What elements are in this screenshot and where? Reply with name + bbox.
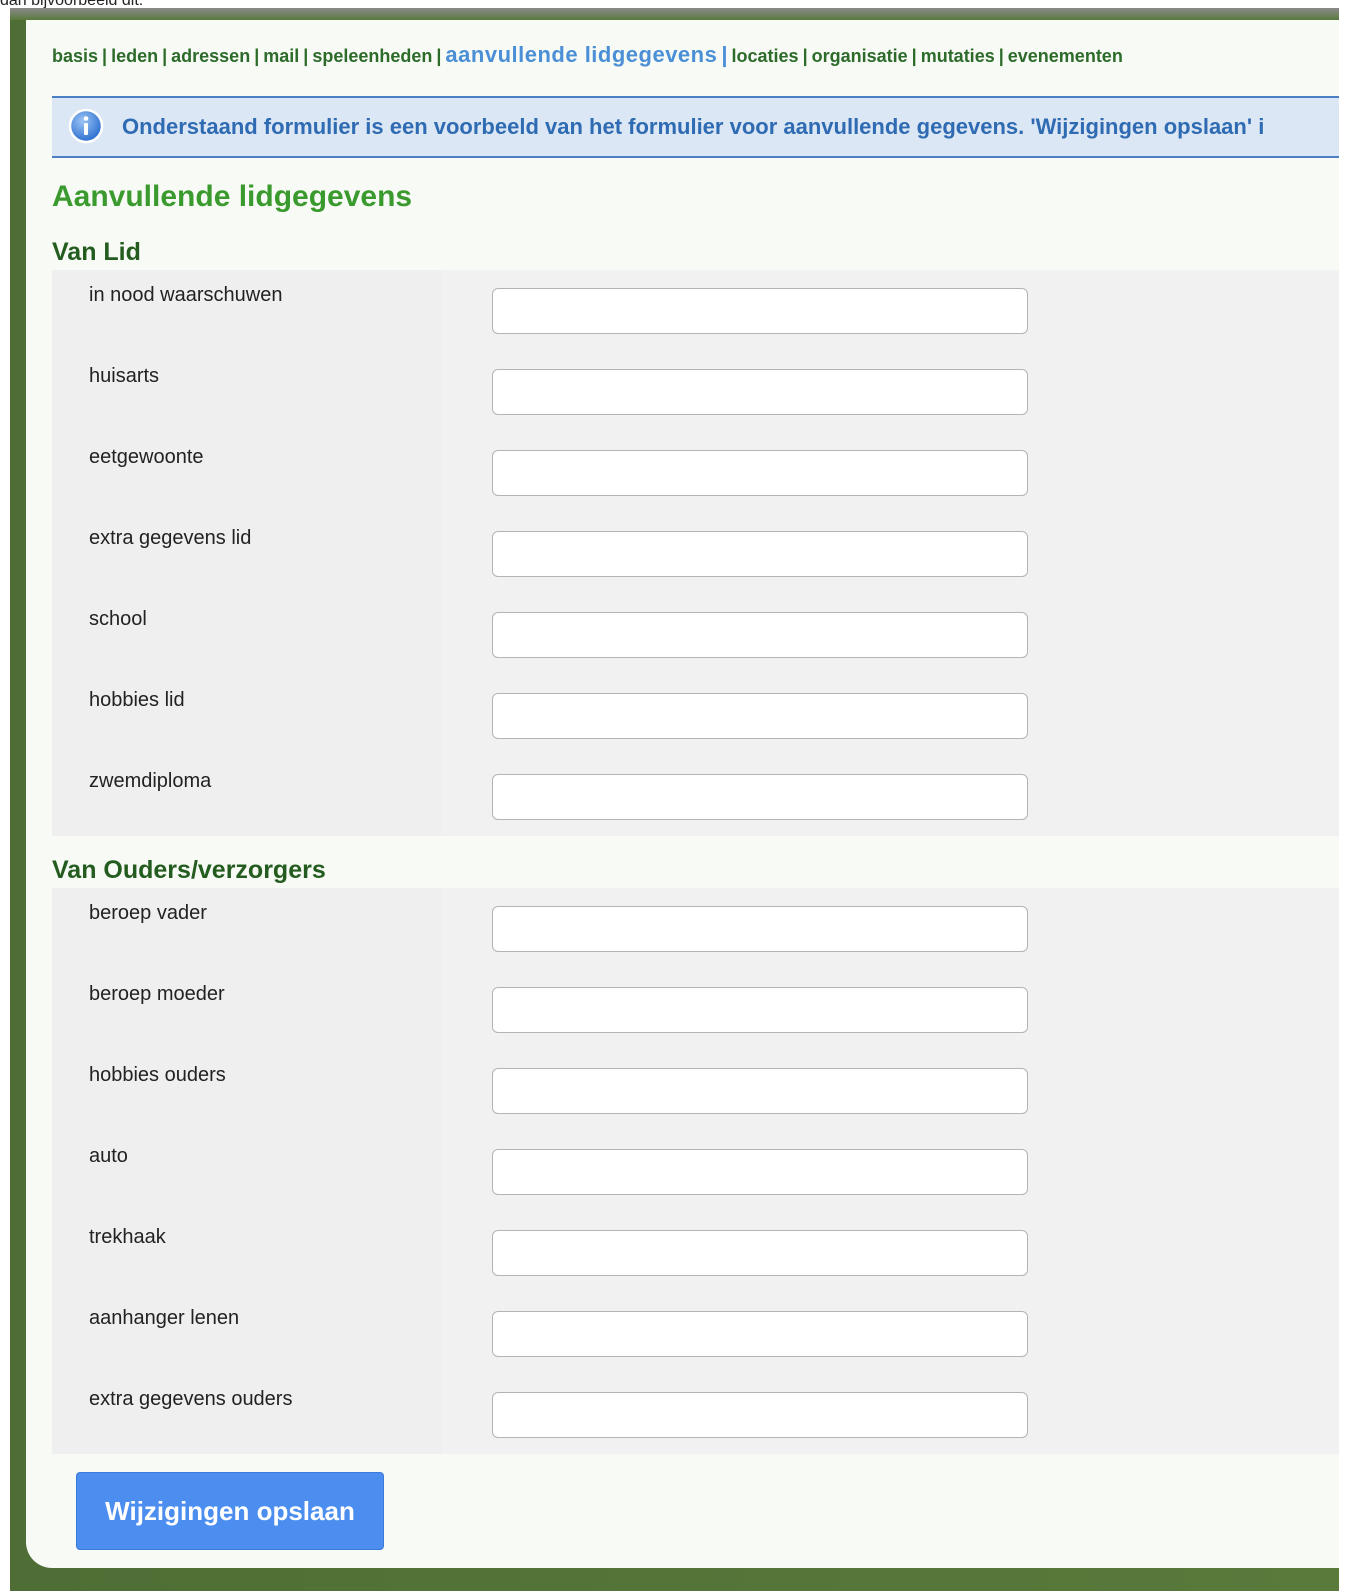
field-label: eetgewoonte xyxy=(89,446,204,468)
zwemdiploma-input[interactable] xyxy=(492,774,1028,820)
nav-speleenheden[interactable]: speleenheden xyxy=(312,46,432,66)
eetgewoonte-input[interactable] xyxy=(492,450,1028,496)
auto-input[interactable] xyxy=(492,1149,1028,1195)
form-row: huisarts xyxy=(52,351,1339,433)
top-navigation: basis | leden | adressen | mail | speleenheden | a… xyxy=(52,42,1123,68)
nav-separator: | xyxy=(721,42,728,67)
field-label: in nood waarschuwen xyxy=(89,284,283,306)
beroep-vader-input[interactable] xyxy=(492,906,1028,952)
form-row: eetgewoonte xyxy=(52,432,1339,514)
form-row: school xyxy=(52,594,1339,676)
in-nood-waarschuwen-input[interactable] xyxy=(492,288,1028,334)
hobbies-ouders-input[interactable] xyxy=(492,1068,1028,1114)
nav-aanvullende-lidgegevens[interactable]: aanvullende lidgegevens xyxy=(445,42,717,67)
app-frame: basis | leden | adressen | mail | speleenheden | a… xyxy=(10,8,1339,1591)
page-title: Aanvullende lidgegevens xyxy=(52,180,413,213)
aanhanger-lenen-input[interactable] xyxy=(492,1311,1028,1357)
info-message: Onderstaand formulier is een voorbeeld v… xyxy=(52,96,1339,158)
nav-separator: | xyxy=(998,46,1004,66)
nav-locaties[interactable]: locaties xyxy=(732,46,799,66)
nav-evenementen[interactable]: evenementen xyxy=(1008,46,1123,66)
form-row: hobbies lid xyxy=(52,675,1339,757)
field-label: aanhanger lenen xyxy=(89,1307,240,1329)
field-label: school xyxy=(89,608,147,630)
nav-separator: | xyxy=(303,46,309,66)
nav-separator: | xyxy=(911,46,917,66)
section-title-van-lid: Van Lid xyxy=(52,238,141,266)
nav-adressen[interactable]: adressen xyxy=(171,46,250,66)
nav-separator: | xyxy=(102,46,108,66)
form-row: hobbies ouders xyxy=(52,1050,1339,1132)
nav-separator: | xyxy=(436,46,442,66)
field-label: extra gegevens lid xyxy=(89,527,252,549)
form-row: extra gegevens ouders xyxy=(52,1374,1339,1456)
field-label: auto xyxy=(89,1145,128,1167)
field-label: zwemdiploma xyxy=(89,770,212,792)
form-row: trekhaak xyxy=(52,1212,1339,1294)
form-row: extra gegevens lid xyxy=(52,513,1339,595)
nav-separator: | xyxy=(802,46,808,66)
section-title-van-ouders: Van Ouders/verzorgers xyxy=(52,856,326,884)
field-label: hobbies ouders xyxy=(89,1064,226,1086)
nav-separator: | xyxy=(254,46,260,66)
field-label: extra gegevens ouders xyxy=(89,1388,293,1410)
nav-leden[interactable]: leden xyxy=(111,46,158,66)
nav-separator: | xyxy=(162,46,168,66)
form-section-van-lid: in nood waarschuwen huisarts eetgewoonte… xyxy=(52,270,1339,836)
info-icon xyxy=(68,108,104,144)
extra-gegevens-ouders-input[interactable] xyxy=(492,1392,1028,1438)
form-row: in nood waarschuwen xyxy=(52,270,1339,352)
extra-gegevens-lid-input[interactable] xyxy=(492,531,1028,577)
form-row: zwemdiploma xyxy=(52,756,1339,838)
form-row: beroep vader xyxy=(52,888,1339,970)
content-panel: basis | leden | adressen | mail | speleenheden | a… xyxy=(26,20,1339,1568)
form-row: beroep moeder xyxy=(52,969,1339,1051)
trekhaak-input[interactable] xyxy=(492,1230,1028,1276)
field-label: huisarts xyxy=(89,365,160,387)
field-label: beroep vader xyxy=(89,902,207,924)
field-label: hobbies lid xyxy=(89,689,185,711)
school-input[interactable] xyxy=(492,612,1028,658)
nav-basis[interactable]: basis xyxy=(52,46,98,66)
nav-mutaties[interactable]: mutaties xyxy=(921,46,995,66)
save-button[interactable]: Wijzigingen opslaan xyxy=(76,1472,384,1550)
field-label: beroep moeder xyxy=(89,983,225,1005)
form-row: auto xyxy=(52,1131,1339,1213)
nav-mail[interactable]: mail xyxy=(263,46,299,66)
info-text: Onderstaand formulier is een voorbeeld v… xyxy=(122,114,1265,139)
nav-organisatie[interactable]: organisatie xyxy=(812,46,908,66)
form-section-van-ouders: beroep vader beroep moeder hobbies ouder… xyxy=(52,888,1339,1454)
beroep-moeder-input[interactable] xyxy=(492,987,1028,1033)
hobbies-lid-input[interactable] xyxy=(492,693,1028,739)
form-row: aanhanger lenen xyxy=(52,1293,1339,1375)
huisarts-input[interactable] xyxy=(492,369,1028,415)
field-label: trekhaak xyxy=(89,1226,166,1248)
